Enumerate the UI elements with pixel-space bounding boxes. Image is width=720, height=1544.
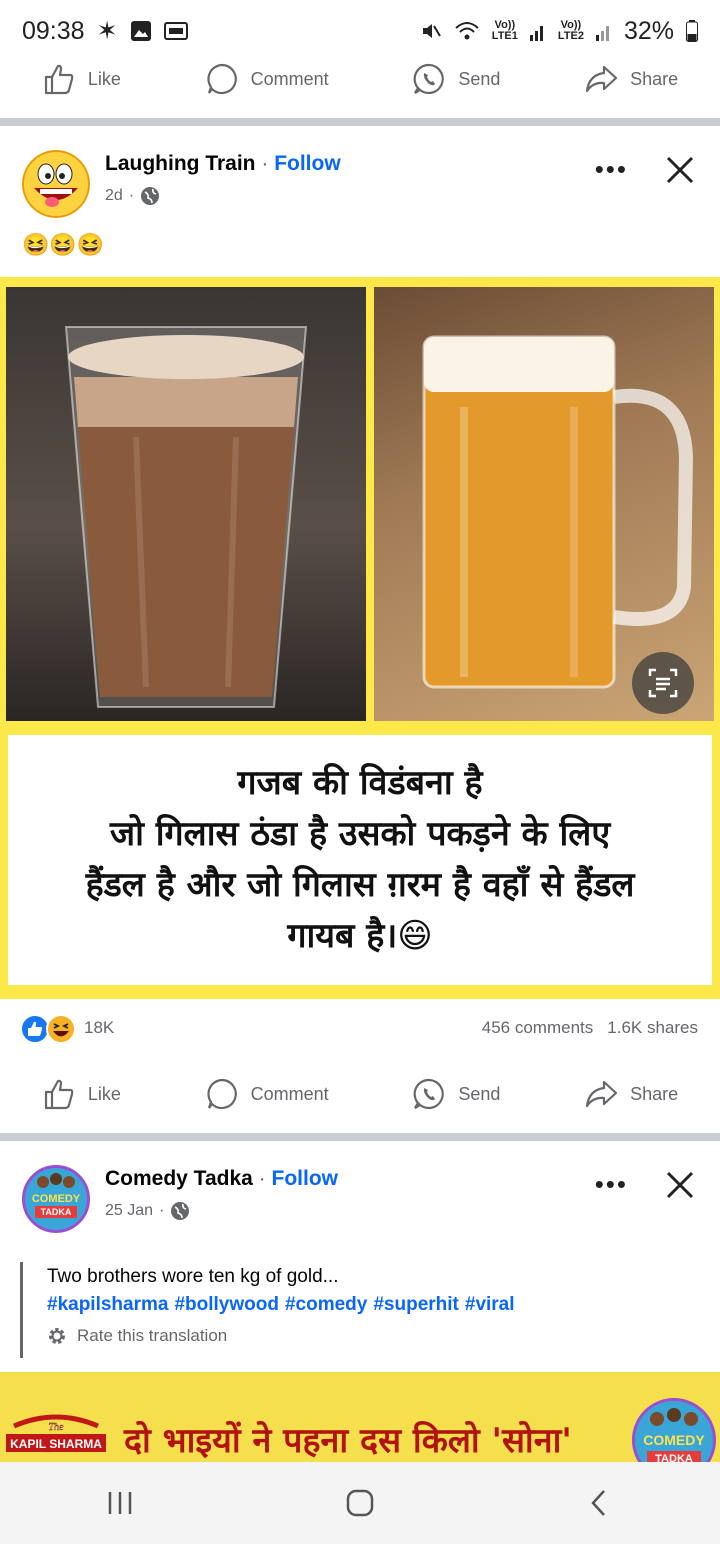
hashtags: #kapilsharma #bollywood #comedy #superhi… (47, 1294, 515, 1316)
home-icon[interactable] (345, 1488, 375, 1518)
share-button[interactable]: Share (584, 1077, 678, 1111)
send-button[interactable]: Send (412, 62, 500, 96)
svg-text:TADKA: TADKA (655, 1453, 693, 1462)
post-image[interactable]: गजब की विडंबना है जो गिलास ठंडा है उसको … (0, 277, 720, 999)
mute-icon (422, 24, 441, 38)
system-nav-bar (0, 1462, 720, 1544)
comedy-tadka-logo: COMEDY TADKA (32, 1173, 81, 1218)
follow-button[interactable]: Follow (274, 152, 341, 175)
like-button[interactable]: Like (42, 62, 121, 96)
previous-post-actions: Like Comment Send Share (0, 50, 720, 108)
post-text: Two brothers wore ten kg of gold... (47, 1266, 339, 1287)
svg-text:COMEDY: COMEDY (643, 1432, 705, 1448)
back-icon[interactable] (585, 1488, 615, 1518)
laughing-face-icon (22, 150, 90, 218)
globe-icon (141, 187, 160, 205)
post-image[interactable]: The KAPIL SHARMA दो भाइयों ने पहना दस कि… (0, 1372, 720, 1462)
avatar[interactable] (22, 150, 90, 218)
meme-caption: गजब की विडंबना है जो गिलास ठंडा है उसको … (8, 735, 712, 985)
post-separator (0, 118, 720, 126)
post-header: COMEDY TADKA Comedy Tadka · Follow 25 Ja… (0, 1155, 720, 1245)
post-separator (0, 1133, 720, 1141)
sim1-indicator: Vo)) LTE1 (491, 19, 518, 42)
share-icon (585, 65, 618, 93)
signal-icon (529, 26, 543, 41)
share-icon (585, 1080, 618, 1108)
recent-apps-icon[interactable] (105, 1489, 135, 1517)
reaction-count[interactable]: 18K (84, 1018, 114, 1038)
reactions-summary: 18K 456 comments 1.6K shares (0, 1000, 720, 1056)
battery-percent: 32% (623, 16, 674, 45)
reaction-icons[interactable] (20, 1014, 76, 1044)
avatar[interactable]: COMEDY TADKA (22, 1165, 90, 1233)
post-meta: 2d · (105, 186, 160, 206)
battery-icon (686, 20, 698, 42)
post-author-line: Laughing Train · Follow (105, 152, 341, 175)
haha-reaction-icon (46, 1014, 76, 1044)
translated-text: Two brothers wore ten kg of gold... #kap… (20, 1262, 683, 1358)
hashtag-link[interactable]: #comedy (285, 1294, 367, 1316)
comment-icon (206, 1078, 237, 1110)
game-icon (163, 22, 188, 40)
shares-count[interactable]: 1.6K shares (607, 1018, 698, 1038)
tea-glass-photo (6, 287, 366, 721)
sim2-indicator: Vo)) LTE2 (557, 19, 584, 42)
whatsapp-icon (413, 63, 445, 95)
send-button[interactable]: Send (412, 1077, 500, 1111)
gear-icon (49, 1328, 65, 1344)
comments-count[interactable]: 456 comments (482, 1018, 594, 1038)
author-name[interactable]: Comedy Tadka (105, 1167, 253, 1190)
hashtag-link[interactable]: #superhit (373, 1294, 459, 1316)
whatsapp-icon (413, 1078, 445, 1110)
comedy-tadka-logo: COMEDY TADKA (632, 1398, 716, 1462)
post-author-line: Comedy Tadka · Follow (105, 1167, 339, 1190)
post-time[interactable]: 2d (105, 187, 123, 205)
lens-search-icon[interactable] (632, 652, 694, 714)
signal-icon (595, 26, 609, 41)
like-button[interactable]: Like (42, 1077, 121, 1111)
globe-icon (171, 1202, 190, 1220)
comment-button[interactable]: Comment (205, 1077, 329, 1111)
banner-headline: दो भाइयों ने पहना दस किलो 'सोना' (124, 1421, 572, 1461)
bluetooth-icon: ✶ (96, 17, 118, 45)
post-actions: Like Comment Send Share (0, 1065, 720, 1123)
more-options-icon[interactable]: ••• (595, 1169, 628, 1200)
wifi-icon (455, 22, 479, 40)
follow-button[interactable]: Follow (272, 1167, 339, 1190)
svg-text:The: The (49, 1422, 65, 1433)
more-options-icon[interactable]: ••• (595, 154, 628, 185)
kapil-sharma-logo: The KAPIL SHARMA (6, 1414, 106, 1452)
post-meta: 25 Jan · (105, 1201, 190, 1221)
share-button[interactable]: Share (584, 62, 678, 96)
comment-icon (206, 63, 237, 95)
post-time[interactable]: 25 Jan (105, 1202, 153, 1220)
hashtag-link[interactable]: #bollywood (174, 1294, 279, 1316)
comment-button[interactable]: Comment (205, 62, 329, 96)
thumbs-up-icon (44, 64, 74, 95)
post-header: Laughing Train · Follow 2d · ••• (0, 140, 720, 230)
author-name[interactable]: Laughing Train (105, 152, 256, 175)
svg-text:TADKA: TADKA (41, 1207, 72, 1217)
svg-text:COMEDY: COMEDY (32, 1193, 81, 1205)
thumbs-up-icon (44, 1079, 74, 1110)
rate-translation-link[interactable]: Rate this translation (47, 1326, 227, 1346)
post-text: 😆😆😆 (22, 232, 105, 257)
svg-text:KAPIL SHARMA: KAPIL SHARMA (10, 1437, 102, 1451)
close-icon[interactable] (660, 150, 700, 190)
gallery-icon (130, 21, 151, 41)
clock: 09:38 (22, 16, 85, 45)
hashtag-link[interactable]: #kapilsharma (47, 1294, 168, 1316)
close-icon[interactable] (660, 1165, 700, 1205)
hashtag-link[interactable]: #viral (465, 1294, 515, 1316)
